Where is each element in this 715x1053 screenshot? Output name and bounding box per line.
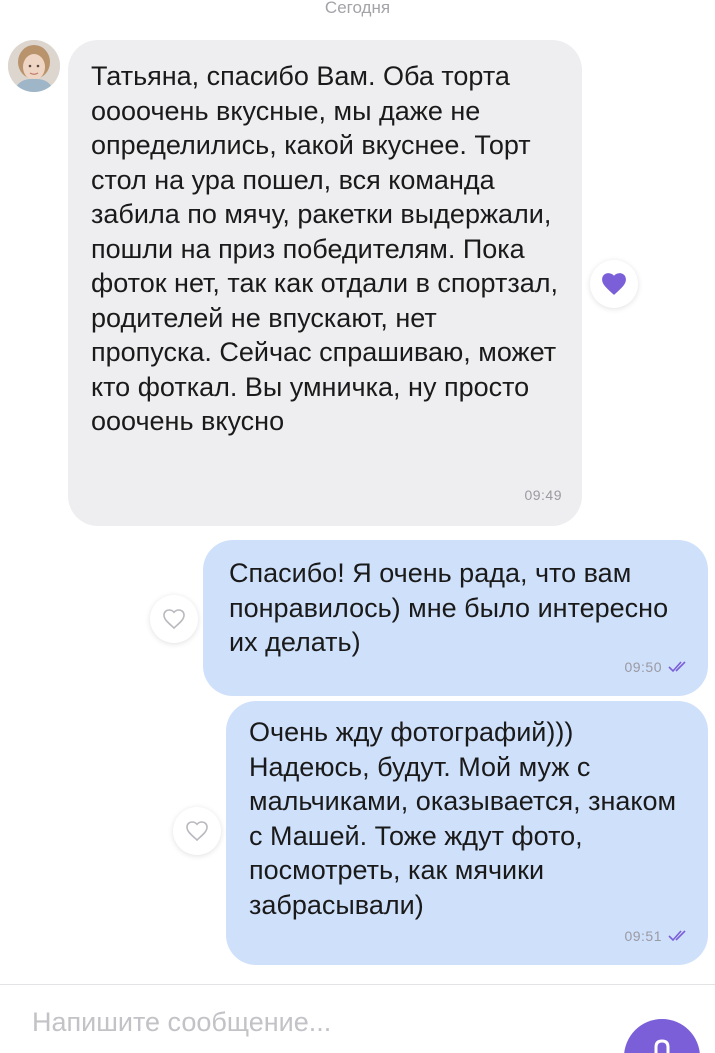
send-icon — [654, 1039, 670, 1053]
like-button[interactable] — [150, 595, 198, 643]
message-time: 09:51 — [624, 927, 662, 944]
message-time: 09:49 — [524, 486, 562, 503]
chat-screen: Сегодня Татьяна, спасибо Вам. Оба торта … — [0, 0, 715, 1053]
message-text: Татьяна, спасибо Вам. Оба торта оооочень… — [91, 61, 558, 436]
like-button[interactable] — [590, 260, 638, 308]
like-button[interactable] — [173, 807, 221, 855]
message-composer — [0, 985, 715, 1053]
date-separator: Сегодня — [324, 0, 391, 17]
avatar[interactable] — [8, 40, 60, 92]
double-check-icon — [668, 930, 686, 941]
message-input[interactable] — [32, 1007, 592, 1038]
double-check-icon — [668, 661, 686, 672]
heart-outline-icon — [163, 609, 185, 630]
heart-filled-icon — [602, 273, 626, 295]
heart-outline-icon — [186, 821, 208, 842]
message-meta: 09:51 — [624, 919, 690, 954]
message-text: Очень жду фотографий))) Надеюсь, будут. … — [249, 717, 677, 920]
avatar-photo — [8, 40, 60, 92]
message-time: 09:50 — [624, 658, 662, 675]
message-bubble-incoming[interactable]: Татьяна, спасибо Вам. Оба торта оооочень… — [68, 40, 582, 526]
message-text: Спасибо! Я очень рада, что вам понравило… — [229, 558, 669, 657]
message-bubble-outgoing[interactable]: Очень жду фотографий))) Надеюсь, будут. … — [226, 701, 708, 965]
message-meta: 09:50 — [624, 650, 690, 685]
send-button[interactable] — [624, 1019, 700, 1053]
message-bubble-outgoing[interactable]: Спасибо! Я очень рада, что вам понравило… — [203, 540, 708, 696]
